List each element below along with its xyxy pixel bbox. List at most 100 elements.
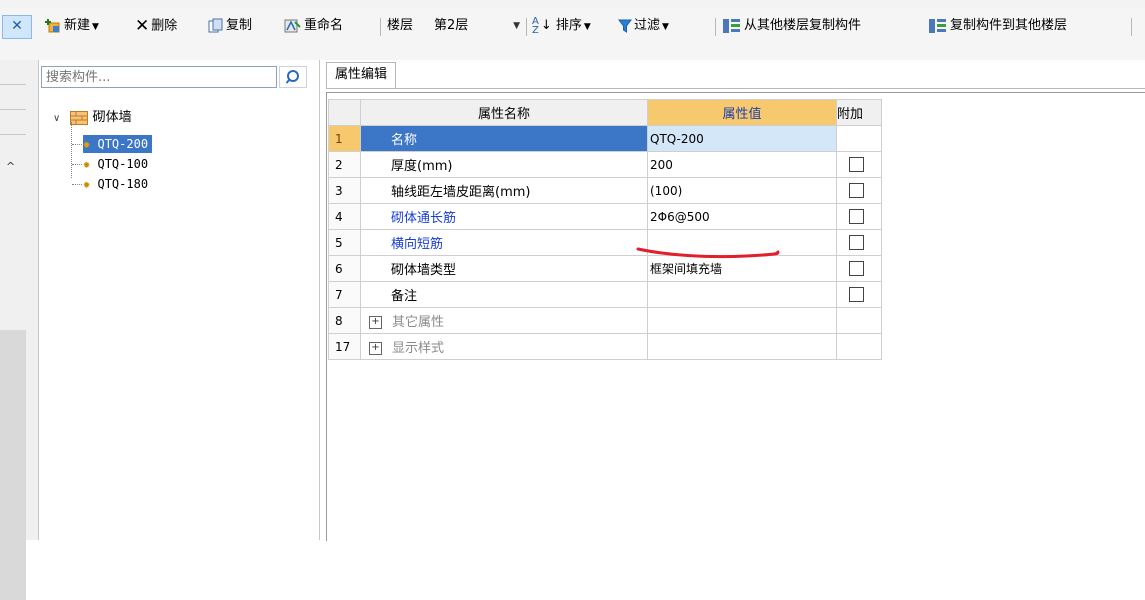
tree-item-qtq-100[interactable]: ✹ QTQ-100 bbox=[83, 155, 148, 173]
delete-button[interactable]: ✕ 删除 bbox=[135, 15, 177, 37]
property-name[interactable]: 轴线距左墙皮距离(mm) bbox=[360, 177, 648, 204]
floor-select[interactable]: 第2层 ▼ bbox=[434, 15, 522, 37]
gear-component-icon: ✹ bbox=[83, 137, 91, 151]
floor-select-value: 第2层 bbox=[434, 18, 469, 33]
row-number: 8 bbox=[328, 307, 361, 334]
property-value[interactable]: 200 bbox=[647, 151, 837, 178]
search-icon bbox=[285, 70, 299, 84]
extra-cell bbox=[836, 203, 882, 230]
copy-to-floor-icon bbox=[929, 18, 946, 33]
row-number: 6 bbox=[328, 255, 361, 282]
tab-property-edit[interactable]: 属性编辑 bbox=[326, 62, 397, 89]
rename-label: 重命名 bbox=[304, 18, 344, 33]
copy-button[interactable]: 复制 bbox=[208, 15, 252, 37]
sort-az-icon: AZ bbox=[532, 15, 539, 36]
property-group-other[interactable]: + 其它属性 bbox=[360, 307, 648, 334]
tree-item-qtq-180[interactable]: ✹ QTQ-180 bbox=[83, 175, 148, 193]
header-property-value[interactable]: 属性值 bbox=[647, 99, 837, 126]
copy-from-floor-icon bbox=[723, 18, 740, 33]
extra-cell bbox=[836, 307, 882, 334]
table-row[interactable]: 5 横向短筋 bbox=[328, 229, 882, 256]
toolbar-separator bbox=[1131, 18, 1132, 36]
tree-root-masonry-wall[interactable]: ∨ 砌体墙 bbox=[53, 106, 132, 125]
extra-cell bbox=[836, 177, 882, 204]
table-row[interactable]: 2 厚度(mm) 200 bbox=[328, 151, 882, 178]
tree-item-label: QTQ-100 bbox=[97, 157, 149, 171]
search-input[interactable] bbox=[41, 66, 277, 88]
table-row[interactable]: 6 砌体墙类型 框架间填充墙 bbox=[328, 255, 882, 282]
property-name[interactable]: 名称 bbox=[360, 125, 648, 152]
chevron-down-icon: ▼ bbox=[513, 21, 520, 31]
row-number: 17 bbox=[328, 333, 361, 360]
extra-checkbox[interactable] bbox=[849, 287, 864, 302]
new-button[interactable]: 新建 ▼ bbox=[44, 15, 99, 37]
red-underline-annotation bbox=[636, 247, 780, 259]
tree-item-label: QTQ-180 bbox=[97, 177, 149, 191]
sort-button[interactable]: A Z ↓ 排序 ▼ bbox=[532, 15, 591, 37]
copy-to-floor-button[interactable]: 复制构件到其他楼层 bbox=[928, 15, 1067, 37]
scroll-up-icon[interactable]: ^ bbox=[6, 160, 15, 173]
filter-button[interactable]: 过滤 ▼ bbox=[618, 15, 669, 37]
collapse-chevron-icon[interactable]: ∨ bbox=[53, 113, 60, 124]
dropdown-arrow-icon: ▼ bbox=[662, 22, 669, 32]
copy-from-floor-button[interactable]: 从其他楼层复制构件 bbox=[722, 15, 861, 37]
property-value[interactable] bbox=[647, 281, 837, 308]
property-value[interactable]: QTQ-200 bbox=[647, 125, 837, 152]
property-name[interactable]: 横向短筋 bbox=[360, 229, 648, 256]
expand-plus-icon[interactable]: + bbox=[369, 342, 382, 355]
floor-label: 楼层 bbox=[387, 18, 414, 33]
property-value[interactable]: 2Φ6@500 bbox=[647, 203, 837, 230]
table-row[interactable]: 17 + 显示样式 bbox=[328, 333, 882, 360]
dock-cell bbox=[0, 110, 26, 135]
tree-guide-line bbox=[72, 184, 82, 185]
row-number: 5 bbox=[328, 229, 361, 256]
extra-checkbox[interactable] bbox=[849, 157, 864, 172]
close-panel-button[interactable]: ✕ bbox=[2, 15, 32, 39]
header-row-number bbox=[328, 99, 361, 126]
dock-cell bbox=[0, 60, 26, 85]
table-row[interactable]: 7 备注 bbox=[328, 281, 882, 308]
property-name[interactable]: 砌体墙类型 bbox=[360, 255, 648, 282]
tree-item-label: QTQ-200 bbox=[97, 137, 149, 151]
header-extra[interactable]: 附加 bbox=[836, 99, 882, 126]
rename-icon bbox=[284, 19, 301, 32]
expand-plus-icon[interactable]: + bbox=[369, 316, 382, 329]
tree-item-qtq-200[interactable]: ✹ QTQ-200 bbox=[83, 135, 153, 153]
table-row[interactable]: 4 砌体通长筋 2Φ6@500 bbox=[328, 203, 882, 230]
extra-checkbox[interactable] bbox=[849, 261, 864, 276]
table-row[interactable]: 3 轴线距左墙皮距离(mm) (100) bbox=[328, 177, 882, 204]
delete-label: 删除 bbox=[151, 18, 178, 34]
table-row[interactable]: 1 名称 QTQ-200 bbox=[328, 125, 882, 152]
delete-x-icon: ✕ bbox=[135, 16, 150, 36]
rename-button[interactable]: 重命名 bbox=[284, 15, 343, 37]
property-name[interactable]: 砌体通长筋 bbox=[360, 203, 648, 230]
extra-checkbox[interactable] bbox=[849, 235, 864, 250]
toolbar-separator bbox=[380, 18, 381, 36]
sort-arrow-icon: ↓ bbox=[540, 18, 552, 33]
toolbar-separator bbox=[715, 18, 716, 36]
sort-label: 排序 bbox=[555, 18, 582, 33]
scroll-track[interactable] bbox=[0, 330, 26, 600]
search-button[interactable] bbox=[279, 66, 307, 88]
table-row[interactable]: 8 + 其它属性 bbox=[328, 307, 882, 334]
gear-component-icon: ✹ bbox=[83, 157, 91, 171]
dropdown-arrow-icon: ▼ bbox=[583, 22, 591, 32]
extra-checkbox[interactable] bbox=[849, 209, 864, 224]
property-table: 属性名称 属性值 附加 1 名称 QTQ-200 2 厚度(mm) 200 3 … bbox=[328, 99, 882, 360]
filter-label: 过滤 bbox=[634, 18, 661, 33]
tree-guide-line bbox=[71, 122, 72, 178]
new-label: 新建 bbox=[64, 18, 91, 33]
property-value[interactable]: (100) bbox=[647, 177, 837, 204]
extra-cell bbox=[836, 229, 882, 256]
property-name: 其它属性 bbox=[392, 315, 445, 330]
header-property-name[interactable]: 属性名称 bbox=[360, 99, 648, 126]
property-name[interactable]: 备注 bbox=[360, 281, 648, 308]
row-number: 7 bbox=[328, 281, 361, 308]
property-name[interactable]: 厚度(mm) bbox=[360, 151, 648, 178]
extra-cell bbox=[836, 281, 882, 308]
property-group-display[interactable]: + 显示样式 bbox=[360, 333, 648, 360]
component-toolbar: ✕ 新建 ▼ ✕ 删除 复制 重命名 楼层 第2层 ▼ A Z ↓ 排序 ▼ 过… bbox=[0, 8, 1145, 60]
extra-checkbox[interactable] bbox=[849, 183, 864, 198]
property-value bbox=[647, 307, 837, 334]
row-number: 3 bbox=[328, 177, 361, 204]
